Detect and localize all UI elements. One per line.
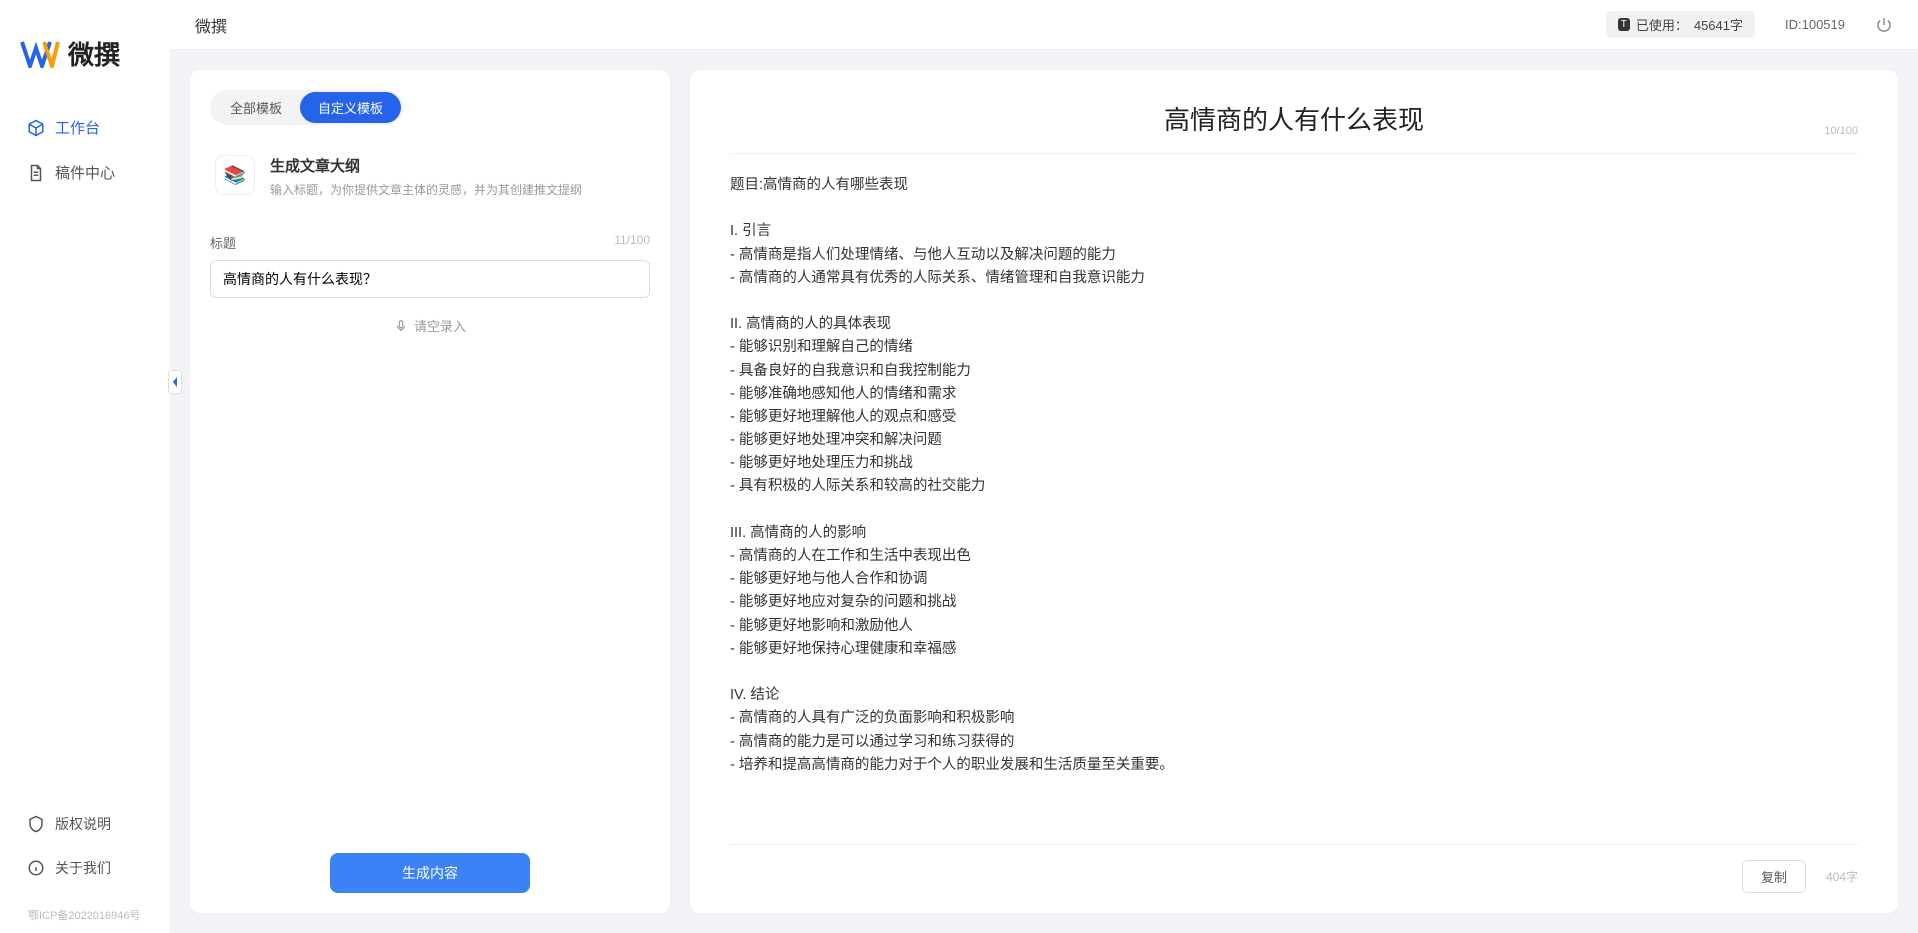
- usage-indicator[interactable]: T 已使用： 45641字: [1606, 11, 1755, 38]
- generate-button[interactable]: 生成内容: [330, 853, 530, 893]
- nav-label: 关于我们: [55, 858, 111, 878]
- template-title: 生成文章大纲: [270, 155, 582, 176]
- template-desc: 输入标题，为你提供文章主体的灵感，并为其创建推文提纲: [270, 181, 582, 198]
- output-char-count: 404字: [1826, 868, 1858, 885]
- logo: 微撰: [0, 0, 170, 107]
- user-id: ID:100519: [1785, 17, 1845, 32]
- output-title-count: 10/100: [1824, 125, 1858, 137]
- nav-copyright[interactable]: 版权说明: [15, 804, 155, 844]
- logo-icon: [20, 40, 60, 68]
- nav-drafts[interactable]: 稿件中心: [15, 152, 155, 193]
- title-field-label: 标题 11/100: [210, 233, 650, 252]
- title-char-count: 11/100: [614, 233, 650, 252]
- voice-hint: 请空录入: [414, 316, 466, 335]
- output-panel: 高情商的人有什么表现 10/100 题目:高情商的人有哪些表现 I. 引言 - …: [690, 70, 1898, 913]
- topbar: 微撰 T 已使用： 45641字 ID:100519: [170, 0, 1918, 50]
- title-input[interactable]: [210, 260, 650, 298]
- template-tabs: 全部模板 自定义模板: [210, 90, 403, 125]
- sidebar-footer: 版权说明 关于我们: [0, 804, 170, 907]
- books-icon: 📚: [215, 155, 255, 195]
- nav-label: 稿件中心: [55, 162, 115, 183]
- copy-button[interactable]: 复制: [1742, 860, 1806, 893]
- sidebar: 微撰 工作台 稿件中心 版权说明 关于我们 鄂ICP备2022016946号: [0, 0, 170, 933]
- output-title: 高情商的人有什么表现: [730, 100, 1858, 137]
- nav-workspace[interactable]: 工作台: [15, 107, 155, 148]
- info-icon: [27, 859, 45, 877]
- nav-label: 版权说明: [55, 814, 111, 834]
- sidebar-collapse-toggle[interactable]: [168, 370, 182, 394]
- icp-text: 鄂ICP备2022016946号: [0, 907, 170, 933]
- page-title: 微撰: [195, 13, 227, 37]
- document-icon: [27, 164, 45, 182]
- output-header: 高情商的人有什么表现 10/100: [730, 100, 1858, 137]
- output-body[interactable]: 题目:高情商的人有哪些表现 I. 引言 - 高情商是指人们处理情绪、与他人互动以…: [730, 174, 1858, 844]
- usage-badge: T: [1618, 18, 1630, 31]
- shield-icon: [27, 815, 45, 833]
- chevron-left-icon: [171, 376, 179, 388]
- main-nav: 工作台 稿件中心: [0, 107, 170, 804]
- usage-value: 45641字: [1694, 15, 1743, 34]
- cube-icon: [27, 119, 45, 137]
- power-icon[interactable]: [1875, 16, 1893, 34]
- tab-custom-templates[interactable]: 自定义模板: [300, 92, 401, 123]
- output-footer: 复制 404字: [730, 844, 1858, 893]
- input-panel: 全部模板 自定义模板 📚 生成文章大纲 输入标题，为你提供文章主体的灵感，并为其…: [190, 70, 670, 913]
- voice-input-button[interactable]: 请空录入: [210, 316, 650, 335]
- divider: [730, 153, 1858, 154]
- nav-about[interactable]: 关于我们: [15, 848, 155, 888]
- logo-text: 微撰: [68, 35, 120, 72]
- template-card: 📚 生成文章大纲 输入标题，为你提供文章主体的灵感，并为其创建推文提纲: [210, 145, 650, 208]
- nav-label: 工作台: [55, 117, 100, 138]
- tab-all-templates[interactable]: 全部模板: [212, 92, 300, 123]
- usage-prefix: 已使用：: [1636, 15, 1688, 34]
- microphone-icon: [394, 319, 408, 333]
